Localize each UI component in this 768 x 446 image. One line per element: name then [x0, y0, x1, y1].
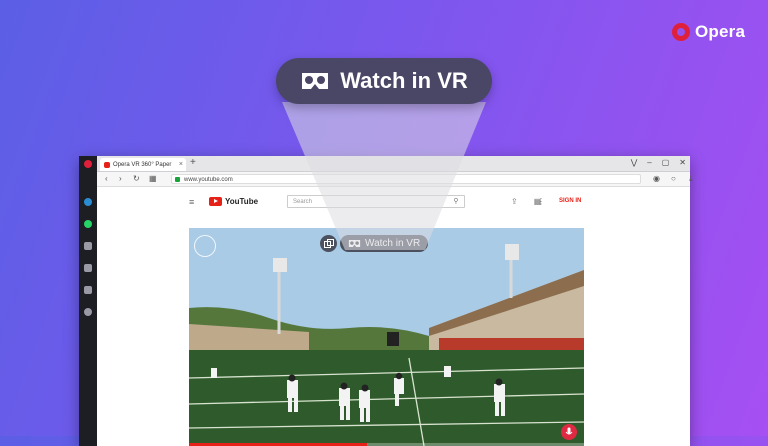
url-text: www.youtube.com — [184, 177, 233, 183]
vr-headset-icon — [302, 73, 329, 89]
bookmarks-icon[interactable] — [84, 264, 92, 272]
picture-in-picture-button[interactable] — [320, 235, 337, 252]
youtube-wordmark: YouTube — [225, 197, 259, 206]
pip-icon — [323, 239, 334, 248]
watch-in-vr-button-label: Watch in VR — [365, 238, 421, 249]
tab-bar: Opera VR 360° Paper × + ⋁ – ▢ ✕ — [97, 156, 690, 172]
360-navigation-control[interactable] — [194, 235, 216, 257]
speed-dial-grid-icon[interactable]: ▦ — [149, 174, 157, 183]
more-options-icon[interactable]: ⋮ — [537, 197, 545, 206]
address-bar-row: ‹ › ↻ ▦ www.youtube.com ◉ ○ ⤓ — [97, 172, 693, 187]
upload-icon[interactable]: ⇪ — [511, 197, 518, 206]
sign-in-button[interactable]: SIGN IN — [559, 198, 581, 204]
reload-icon[interactable]: ↻ — [133, 174, 140, 183]
address-field[interactable]: www.youtube.com — [171, 174, 641, 184]
tab-close-icon[interactable]: × — [179, 161, 183, 168]
lock-icon — [175, 177, 180, 182]
opera-menu-icon[interactable] — [84, 160, 92, 168]
forward-button[interactable]: › — [119, 174, 122, 183]
opera-wordmark: Opera — [695, 22, 746, 41]
tab-title: Opera VR 360° Paper — [113, 161, 172, 168]
search-icon[interactable]: ⚲ — [447, 195, 465, 208]
search-placeholder: Search — [293, 199, 313, 205]
search-input[interactable]: Search — [287, 195, 465, 208]
vr-headset-icon — [348, 240, 361, 247]
record-button[interactable] — [561, 424, 577, 440]
youtube-play-icon — [209, 197, 222, 206]
tabs-menu-button[interactable]: ⋁ — [631, 158, 638, 167]
messenger-icon[interactable] — [84, 198, 92, 206]
hamburger-menu-icon[interactable]: ≡ — [189, 197, 194, 207]
opera-o-icon — [672, 23, 690, 41]
opera-logo: Opera — [672, 22, 745, 42]
back-button[interactable]: ‹ — [105, 174, 108, 183]
new-tab-button[interactable]: + — [190, 157, 196, 168]
youtube-favicon-icon — [104, 161, 110, 168]
watch-in-vr-callout: Watch in VR — [276, 58, 492, 104]
tab-active[interactable]: Opera VR 360° Paper × — [100, 158, 186, 171]
vpn-badge-icon[interactable]: ◉ — [653, 174, 660, 183]
window-controls: ⋁ – ▢ ✕ — [631, 158, 686, 167]
snapshot-icon[interactable]: ○ — [671, 174, 676, 183]
speed-dial-icon[interactable] — [84, 242, 92, 250]
youtube-logo[interactable]: YouTube — [209, 197, 258, 206]
minimize-button[interactable]: – — [647, 158, 651, 167]
download-icon[interactable]: ⤓ — [689, 174, 693, 184]
watch-in-vr-button[interactable]: Watch in VR — [340, 235, 429, 252]
news-icon[interactable] — [84, 286, 92, 294]
video-player[interactable]: Watch in VR — [189, 228, 584, 446]
whatsapp-icon[interactable] — [84, 220, 92, 228]
watch-in-vr-label: Watch in VR — [340, 68, 468, 93]
youtube-header: ≡ YouTube Search ⚲ ⇪ ▦ ⋮ SIGN IN — [97, 188, 690, 216]
opera-sidebar — [79, 156, 97, 446]
maximize-button[interactable]: ▢ — [662, 158, 670, 167]
video-frame — [189, 228, 584, 446]
history-icon[interactable] — [84, 308, 92, 316]
close-window-button[interactable]: ✕ — [679, 158, 686, 167]
browser-window: Opera VR 360° Paper × + ⋁ – ▢ ✕ ‹ › ↻ ▦ … — [79, 156, 693, 446]
